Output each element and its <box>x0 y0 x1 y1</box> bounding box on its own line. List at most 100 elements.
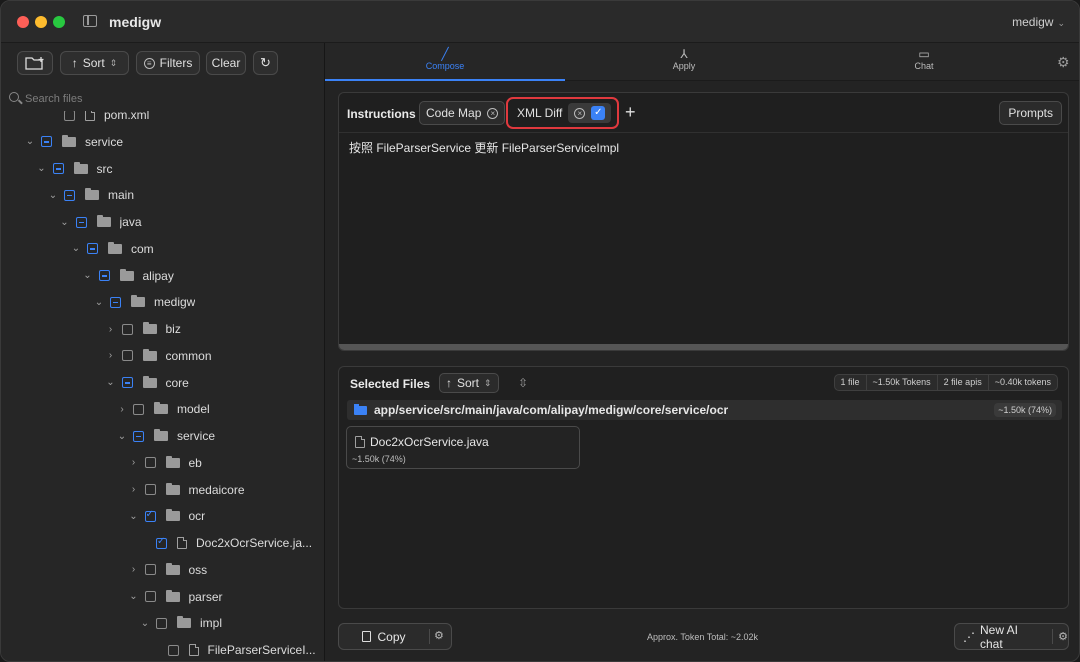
chevron-right-icon[interactable]: › <box>106 350 116 361</box>
chevron-down-icon[interactable]: ⌄ <box>48 190 58 201</box>
minimize-window-button[interactable] <box>35 16 47 28</box>
chevron-down-icon[interactable]: ⌄ <box>37 163 47 174</box>
filters-button[interactable]: ≡ Filters <box>136 51 200 75</box>
chevron-right-icon[interactable]: › <box>129 457 139 468</box>
clear-button[interactable]: Clear <box>206 51 246 75</box>
refresh-button[interactable]: ↻ <box>253 51 278 75</box>
tree-checkbox[interactable] <box>52 163 64 174</box>
tree-item-folder[interactable]: ⌄ impl <box>1 610 325 636</box>
chevron-down-icon[interactable]: ⌄ <box>129 511 139 522</box>
tree-checkbox[interactable] <box>144 591 156 602</box>
tree-item-file[interactable]: pom.xml <box>1 111 325 128</box>
tree-item-file[interactable]: FileParserServiceI... <box>1 637 325 661</box>
chevron-down-icon[interactable]: ⌄ <box>60 217 70 228</box>
tree-item-folder[interactable]: ⌄ com <box>1 236 325 262</box>
chevron-down-icon[interactable]: ⌄ <box>140 618 150 629</box>
chevron-down-icon[interactable]: ⌄ <box>71 243 81 254</box>
tree-item-folder[interactable]: › common <box>1 343 325 369</box>
selected-file-card[interactable]: Doc2xOcrService.java ~1.50k (74%) <box>346 426 580 469</box>
chevron-down-icon[interactable]: ⌄ <box>106 377 116 388</box>
new-ai-chat-button[interactable]: ⋰ New AI chat ⚙ <box>954 623 1069 651</box>
tree-item-folder[interactable]: ⌄ java <box>1 209 325 235</box>
chat-settings-icon[interactable]: ⚙ <box>1058 630 1068 643</box>
tab-chat[interactable]: ▭ Chat <box>864 47 984 79</box>
sidebar-toggle-icon[interactable] <box>83 15 97 27</box>
updown-chevron-icon: ⇕ <box>484 377 492 388</box>
tree-checkbox[interactable] <box>144 564 156 576</box>
folder-path-row[interactable]: app/service/src/main/java/com/alipay/med… <box>347 400 1062 420</box>
resize-handle[interactable] <box>339 344 1068 350</box>
chevron-down-icon[interactable]: ⌄ <box>25 136 35 147</box>
tree-item-label: alipay <box>142 268 174 283</box>
tree-checkbox[interactable] <box>144 457 156 469</box>
gear-icon[interactable]: ⚙ <box>1057 55 1071 69</box>
tree-checkbox[interactable] <box>167 644 179 656</box>
tab-compose[interactable]: ╱ Compose <box>385 47 505 79</box>
search-input[interactable] <box>25 90 315 108</box>
tree-checkbox[interactable] <box>144 509 156 522</box>
code-map-chip[interactable]: Code Map × <box>419 101 506 125</box>
chevron-down-icon[interactable]: ⌄ <box>117 431 127 442</box>
active-tab-indicator <box>325 79 565 81</box>
tree-checkbox[interactable] <box>87 243 98 255</box>
tree-item-folder[interactable]: ⌄ service <box>1 129 325 155</box>
workspace-selector[interactable]: medigw ⌄ <box>1012 15 1065 29</box>
add-prompt-button[interactable]: + <box>625 103 636 121</box>
tree-item-folder[interactable]: ⌄ medigw <box>1 289 325 315</box>
tree-item-folder[interactable]: › model <box>1 396 325 422</box>
chevron-right-icon[interactable]: › <box>106 324 116 335</box>
prompts-button[interactable]: Prompts <box>999 101 1062 125</box>
xml-diff-chip[interactable]: XML Diff × ✓ <box>510 101 618 125</box>
tree-checkbox[interactable] <box>98 270 110 281</box>
tree-item-folder[interactable]: ⌄ alipay <box>1 263 325 289</box>
tree-item-folder[interactable]: ⌄ main <box>1 182 325 208</box>
tree-item-folder[interactable]: › biz <box>1 316 325 342</box>
tree-checkbox[interactable] <box>110 296 121 308</box>
xml-diff-checkbox[interactable]: ✓ <box>591 106 606 120</box>
clear-label: Clear <box>211 56 241 70</box>
copy-settings-icon[interactable]: ⚙ <box>434 629 444 642</box>
close-window-button[interactable] <box>17 16 29 28</box>
tree-item-folder[interactable]: ⌄ parser <box>1 584 325 610</box>
add-folder-button[interactable] <box>17 51 53 75</box>
tree-item-folder[interactable]: ⌄ src <box>1 156 325 182</box>
tree-item-folder[interactable]: › medaicore <box>1 477 325 503</box>
tree-item-folder[interactable]: ⌄ ocr <box>1 503 325 529</box>
folder-icon <box>154 402 168 415</box>
tree-item-label: service <box>177 429 216 443</box>
chevron-down-icon[interactable]: ⌄ <box>129 591 139 602</box>
remove-circle-icon[interactable]: × <box>574 107 586 119</box>
tree-checkbox[interactable] <box>64 111 75 121</box>
chevron-down-icon[interactable]: ⌄ <box>94 297 104 308</box>
tree-item-folder[interactable]: ⌄ core <box>1 370 325 396</box>
tree-checkbox[interactable] <box>156 536 167 549</box>
tree-item-file[interactable]: Doc2xOcrService.ja... <box>1 530 325 556</box>
collapse-icon[interactable]: ⇳ <box>518 376 528 390</box>
tree-checkbox[interactable] <box>133 430 144 442</box>
sort-button[interactable]: ↑ Sort ⇕ <box>60 51 129 75</box>
tree-checkbox[interactable] <box>41 136 52 148</box>
tree-item-folder[interactable]: › oss <box>1 557 325 583</box>
copy-main[interactable]: Copy <box>339 624 429 649</box>
tree-checkbox[interactable] <box>156 617 167 629</box>
tree-checkbox[interactable] <box>121 377 133 388</box>
tree-checkbox[interactable] <box>144 484 156 495</box>
chevron-right-icon[interactable]: › <box>129 484 139 495</box>
tree-checkbox[interactable] <box>64 189 75 201</box>
chevron-right-icon[interactable]: › <box>117 404 127 415</box>
tree-checkbox[interactable] <box>121 323 133 335</box>
tab-apply[interactable]: ⅄ Apply <box>624 47 744 79</box>
remove-circle-icon[interactable]: × <box>487 107 499 119</box>
tree-item-folder[interactable]: ⌄ service <box>1 423 325 449</box>
maximize-window-button[interactable] <box>53 16 65 28</box>
chevron-down-icon[interactable]: ⌄ <box>83 270 93 281</box>
tree-checkbox[interactable] <box>75 216 87 228</box>
instructions-input[interactable]: 按照 FileParserService 更新 FileParserServic… <box>349 139 1049 156</box>
selected-sort-button[interactable]: ↑ Sort ⇕ <box>439 373 499 393</box>
tree-checkbox[interactable] <box>133 403 144 415</box>
folder-icon <box>119 268 134 281</box>
tree-checkbox[interactable] <box>121 350 133 362</box>
copy-button[interactable]: Copy ⚙ <box>338 623 452 650</box>
tree-item-folder[interactable]: › eb <box>1 450 325 476</box>
chevron-right-icon[interactable]: › <box>129 564 139 575</box>
